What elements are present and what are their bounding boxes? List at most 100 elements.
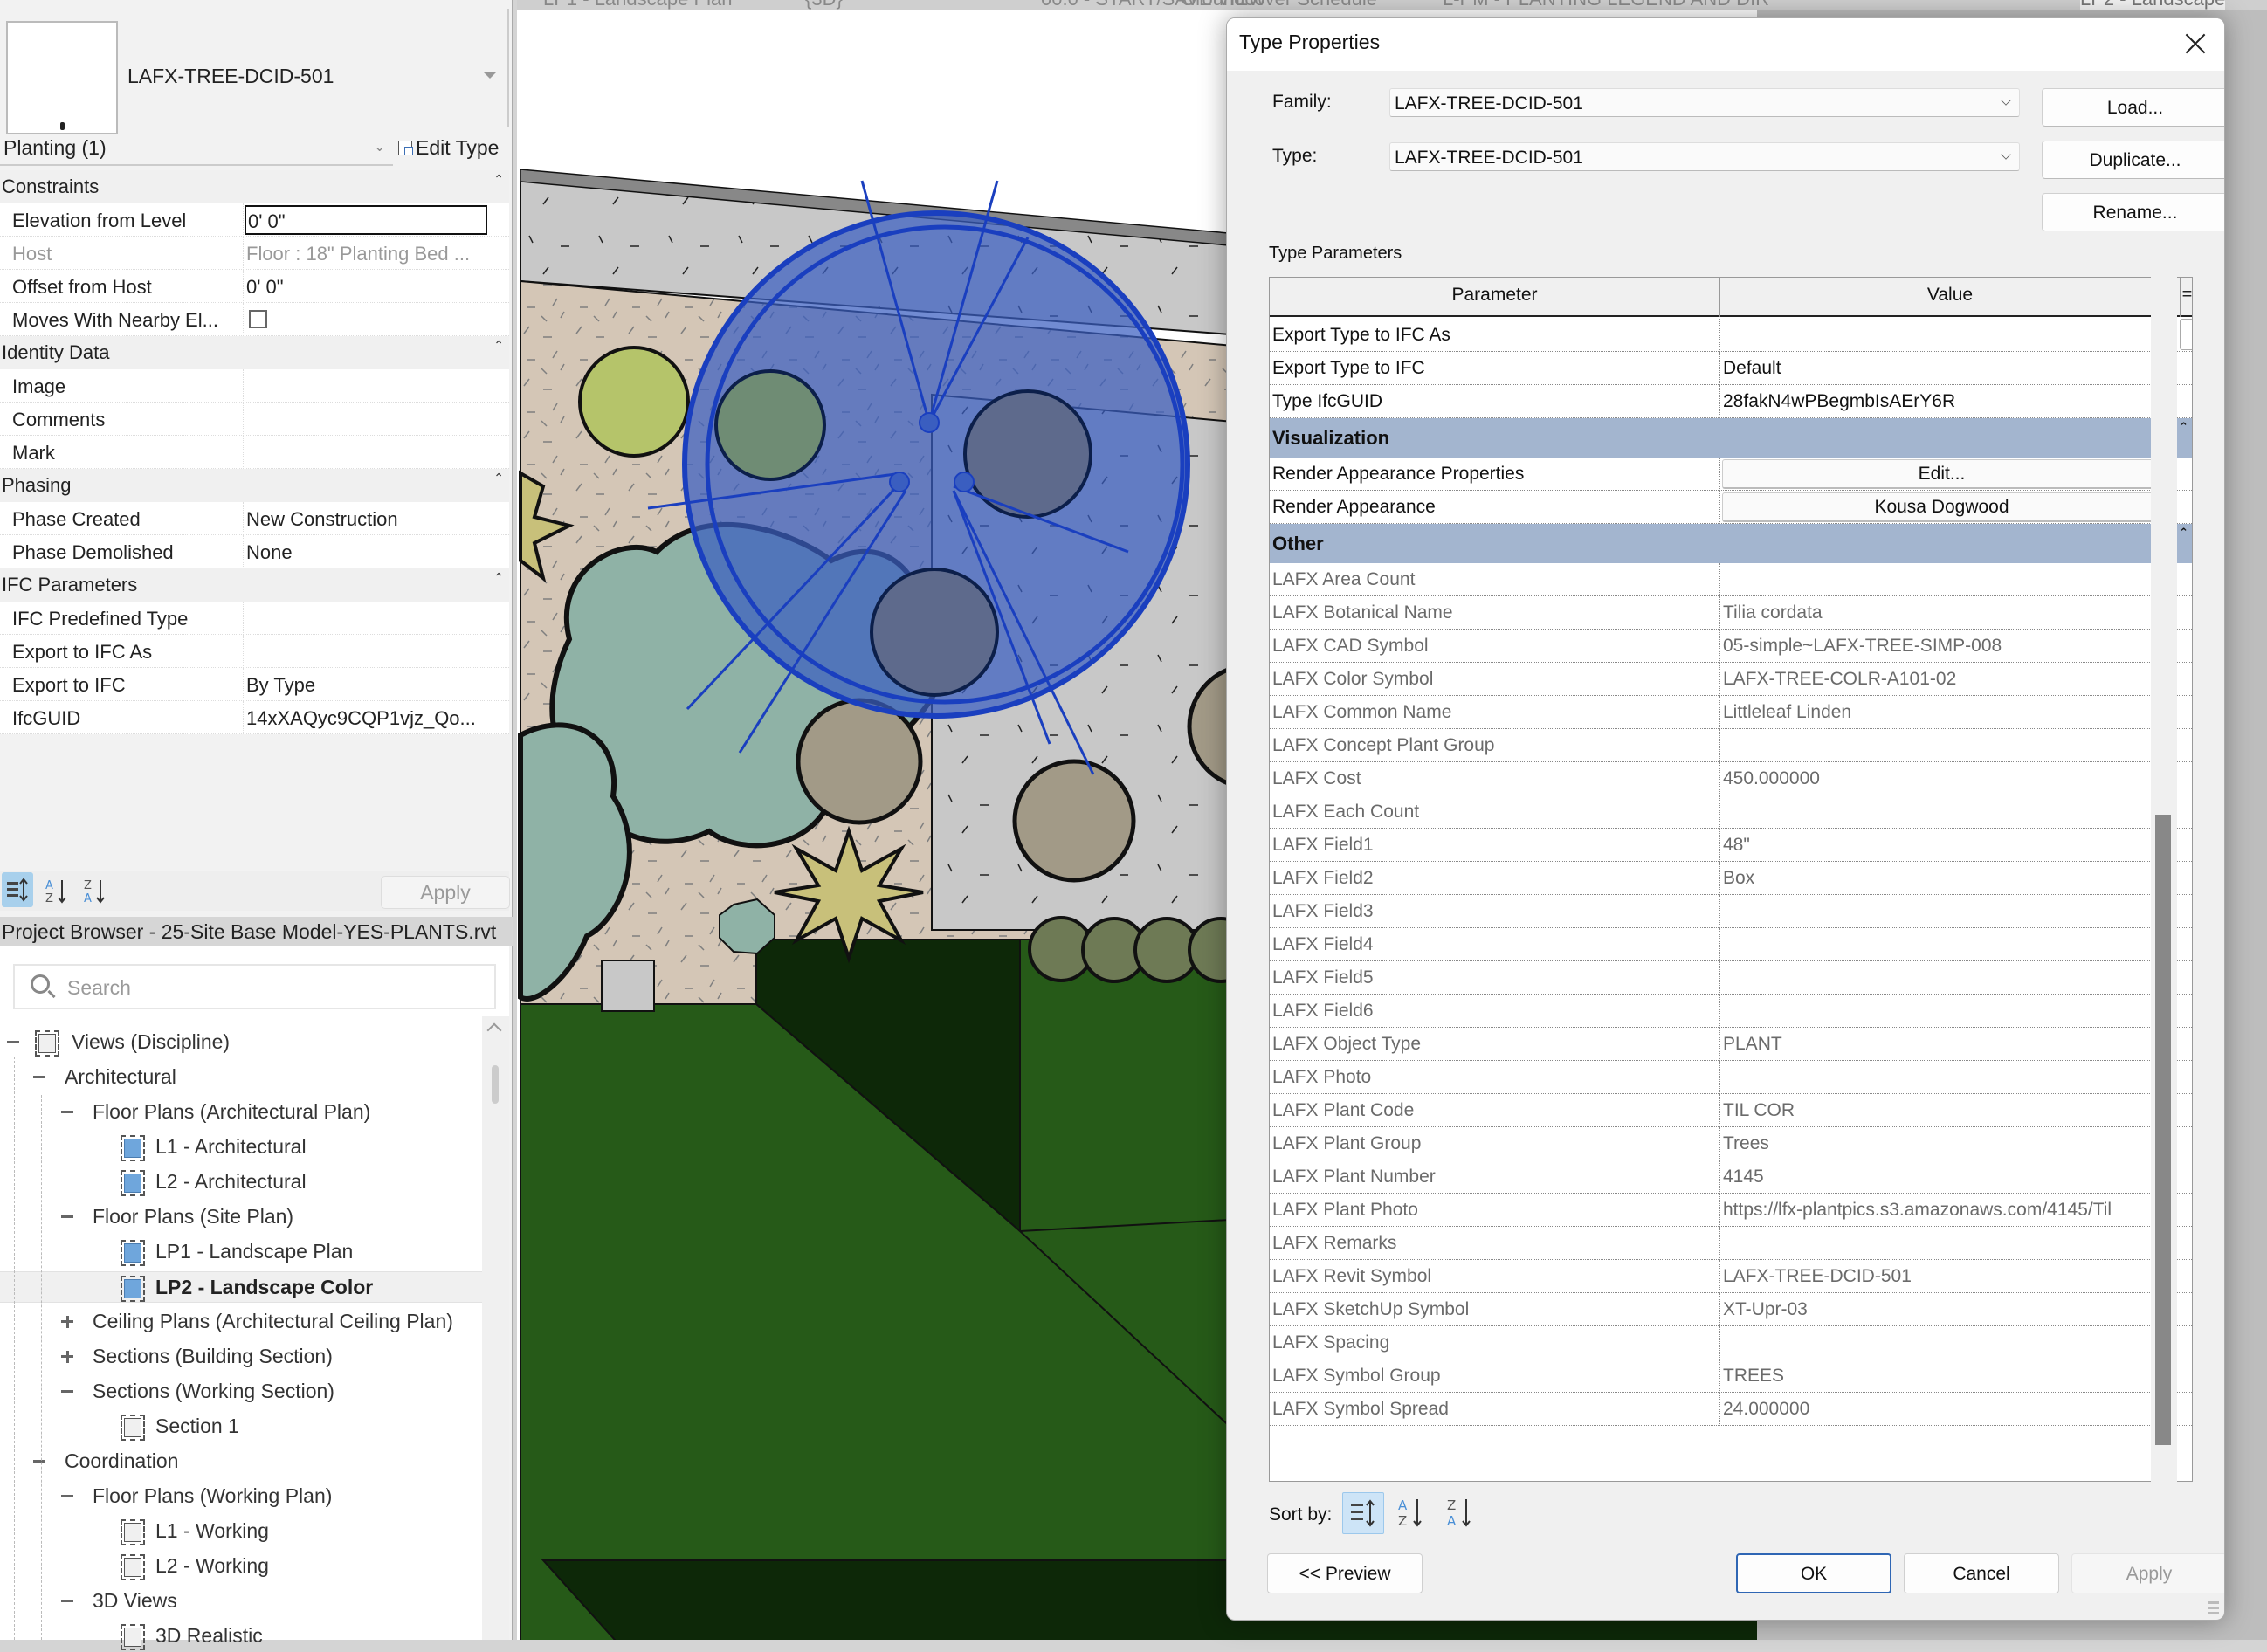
chevron-down-icon[interactable]: ⌄ <box>374 138 385 155</box>
parameter-value[interactable]: Trees <box>1723 1133 2160 1154</box>
parameter-value[interactable]: PLANT <box>1723 1034 2160 1055</box>
browser-folder-item[interactable]: Sections (Building Section) <box>0 1341 482 1373</box>
parameter-value[interactable]: TREES <box>1723 1366 2160 1387</box>
parameter-value[interactable]: 450.000000 <box>1723 768 2160 789</box>
resize-grip[interactable] <box>2208 1599 2219 1614</box>
collapse-icon[interactable] <box>61 1495 73 1497</box>
collapse-icon[interactable]: ⌃ <box>493 338 504 353</box>
grid-scrollbar[interactable] <box>2151 277 2177 1482</box>
view-tab[interactable]: {3D} <box>805 0 843 10</box>
rename-button[interactable]: Rename... <box>2042 193 2224 231</box>
property-value[interactable]: By Type <box>246 674 486 697</box>
type-selector-dropdown-icon[interactable] <box>483 72 497 79</box>
collapse-icon[interactable] <box>33 1460 45 1463</box>
parameter-value[interactable]: 24.000000 <box>1723 1399 2160 1420</box>
collapse-icon[interactable] <box>61 1390 73 1393</box>
scroll-up-icon[interactable] <box>486 1022 502 1038</box>
browser-view-item[interactable]: L2 - Architectural <box>0 1167 482 1198</box>
collapse-icon[interactable] <box>61 1215 73 1218</box>
property-group-header[interactable]: Constraints ⌃ <box>0 170 509 203</box>
browser-folder-item[interactable]: 3D Views <box>0 1586 482 1617</box>
edit-type-button[interactable]: Edit Type <box>398 133 499 162</box>
browser-folder-item[interactable]: Ceiling Plans (Architectural Ceiling Pla… <box>0 1306 482 1338</box>
browser-view-item[interactable]: 3D Realistic <box>0 1621 482 1652</box>
properties-apply-button[interactable]: Apply <box>381 876 510 909</box>
property-value-input[interactable]: 0' 0" <box>245 205 487 235</box>
parameter-group-header[interactable]: Other ⌃ <box>1270 524 2192 563</box>
close-icon[interactable] <box>2179 27 2214 62</box>
parameter-value[interactable]: LAFX-TREE-DCID-501 <box>1723 1266 2160 1287</box>
collapse-icon[interactable]: ⌃ <box>2179 526 2188 540</box>
parameter-value[interactable]: Default <box>1723 358 2160 379</box>
type-selector-name[interactable]: LAFX-TREE-DCID-501 <box>127 65 334 88</box>
grid-inner-scroll[interactable] <box>2180 319 2192 350</box>
browser-folder-item[interactable]: Floor Plans (Site Plan) <box>0 1201 482 1233</box>
search-input[interactable] <box>67 973 486 1002</box>
sort-ascending-button[interactable]: AZ <box>40 872 72 907</box>
scroll-thumb[interactable] <box>492 1065 499 1104</box>
sort-descending-button[interactable]: ZA <box>1440 1492 1482 1534</box>
parameter-value[interactable]: 4145 <box>1723 1167 2160 1187</box>
collapse-icon[interactable]: ⌃ <box>493 471 504 485</box>
parameter-value[interactable]: TIL COR <box>1723 1100 2160 1121</box>
browser-view-item[interactable]: L1 - Architectural <box>0 1132 482 1163</box>
parameter-value-button[interactable]: Edit... <box>1722 459 2161 489</box>
category-filter[interactable]: Planting (1) <box>0 131 393 166</box>
collapse-icon[interactable]: ⌃ <box>2179 420 2188 434</box>
expand-icon[interactable] <box>61 1350 73 1363</box>
parameter-value[interactable]: Tilia cordata <box>1723 602 2160 623</box>
collapse-icon[interactable]: ⌃ <box>493 172 504 187</box>
parameter-value[interactable]: Littleleaf Linden <box>1723 702 2160 723</box>
properties-type-selector[interactable]: LAFX-TREE-DCID-501 <box>0 9 509 134</box>
browser-folder-item[interactable]: Sections (Working Section) <box>0 1376 482 1408</box>
load-button[interactable]: Load... <box>2042 88 2224 127</box>
parameter-value[interactable]: https://lfx-plantpics.s3.amazonaws.com/4… <box>1723 1200 2160 1221</box>
view-tab[interactable]: LP1 - Landscape Plan <box>543 0 733 10</box>
property-checkbox[interactable] <box>249 310 267 328</box>
property-group-header[interactable]: Phasing ⌃ <box>0 469 509 502</box>
column-header-value[interactable]: Value <box>1720 285 2180 306</box>
property-value[interactable]: None <box>246 541 486 564</box>
property-value[interactable]: 0' 0" <box>246 276 486 299</box>
sort-grouped-button[interactable] <box>1342 1492 1384 1534</box>
apply-button[interactable]: Apply <box>2071 1553 2224 1593</box>
duplicate-button[interactable]: Duplicate... <box>2042 141 2224 179</box>
cancel-button[interactable]: Cancel <box>1904 1553 2059 1593</box>
collapse-icon[interactable] <box>61 1111 73 1113</box>
parameter-value[interactable]: 48" <box>1723 835 2160 856</box>
collapse-icon[interactable]: ⌃ <box>493 570 504 585</box>
sort-descending-button[interactable]: ZA <box>79 872 110 907</box>
parameter-value[interactable]: XT-Upr-03 <box>1723 1299 2160 1320</box>
view-tab[interactable]: LP2 - Landscape <box>2080 0 2226 10</box>
property-value[interactable]: New Construction <box>246 508 486 531</box>
collapse-icon[interactable] <box>61 1600 73 1602</box>
sort-ascending-button[interactable]: AZ <box>1391 1492 1433 1534</box>
family-dropdown[interactable]: LAFX-TREE-DCID-501 <box>1389 88 2020 117</box>
property-value[interactable]: 14xXAQyc9CQP1vjz_Qo... <box>246 707 486 730</box>
browser-folder-item[interactable]: Coordination <box>0 1446 482 1477</box>
browser-view-item[interactable]: LP1 - Landscape Plan <box>0 1236 482 1268</box>
ok-button[interactable]: OK <box>1736 1553 1891 1593</box>
parameter-value[interactable]: Box <box>1723 868 2160 889</box>
preview-button[interactable]: << Preview <box>1267 1553 1423 1593</box>
parameter-group-header[interactable]: Visualization ⌃ <box>1270 418 2192 458</box>
browser-folder-item[interactable]: Floor Plans (Architectural Plan) <box>0 1097 482 1128</box>
parameter-value[interactable]: 05-simple~LAFX-TREE-SIMP-008 <box>1723 636 2160 657</box>
project-browser-scrollbar[interactable] <box>482 1016 509 1640</box>
browser-folder-item[interactable]: Floor Plans (Working Plan) <box>0 1481 482 1512</box>
parameter-value[interactable]: 28fakN4wPBegmbIsAErY6R <box>1723 391 2160 412</box>
sort-grouped-button[interactable] <box>2 872 33 907</box>
grid-scroll-thumb[interactable] <box>2155 815 2171 1445</box>
view-tab[interactable]: L-PM - PLANTING LEGEND AND DIR <box>1443 0 1769 10</box>
collapse-icon[interactable] <box>33 1076 45 1078</box>
property-group-header[interactable]: IFC Parameters ⌃ <box>0 568 509 602</box>
browser-folder-item[interactable]: Architectural <box>0 1062 482 1093</box>
column-header-parameter[interactable]: Parameter <box>1270 285 1719 306</box>
browser-view-item[interactable]: Section 1 <box>0 1411 482 1442</box>
property-group-header[interactable]: Identity Data ⌃ <box>0 336 509 369</box>
browser-view-item[interactable]: L1 - Working <box>0 1516 482 1547</box>
project-browser-search[interactable] <box>13 964 496 1009</box>
view-tab[interactable]: Groundcover Schedule <box>1181 0 1377 10</box>
browser-view-item[interactable]: LP2 - Landscape Color <box>0 1271 482 1303</box>
type-dropdown[interactable]: LAFX-TREE-DCID-501 <box>1389 142 2020 171</box>
